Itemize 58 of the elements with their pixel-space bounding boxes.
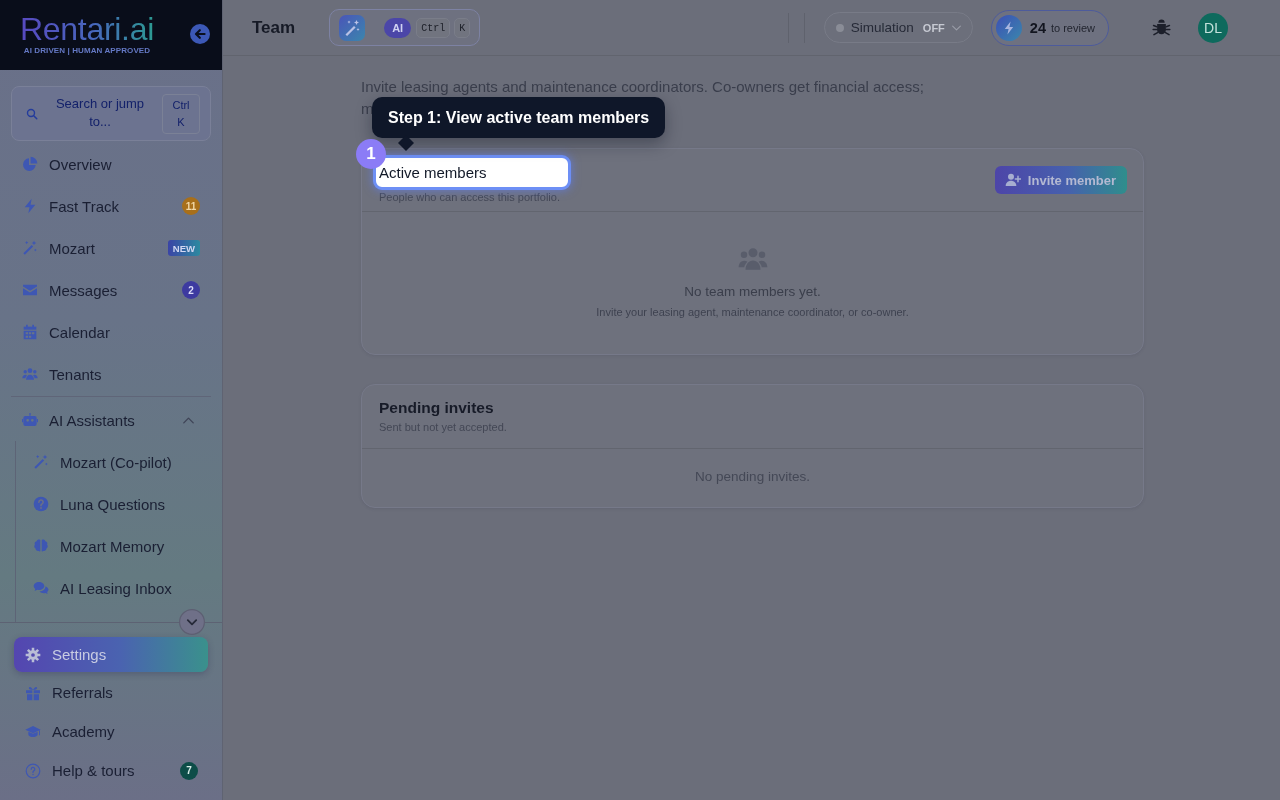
new-badge: NEW (167, 240, 200, 256)
sidebar-item[interactable]: AI Leasing Inbox (16, 567, 211, 609)
magic-wand-icon (22, 240, 38, 256)
lightning-icon (995, 14, 1022, 41)
shortcut-key: K (454, 17, 471, 38)
magic-wand-icon (339, 14, 366, 41)
settings-icon (25, 646, 41, 663)
graduation-cap-icon (25, 723, 41, 740)
ai-command-bar[interactable]: AI Ctrl K (329, 9, 481, 46)
user-plus-icon (1004, 172, 1021, 188)
invite-member-button[interactable]: Invite member (994, 166, 1127, 194)
search-field[interactable]: Search or jump to... Ctrl K (11, 86, 211, 141)
shortcut-key: Ctrl K (162, 93, 200, 134)
ai-badge: AI (384, 17, 412, 38)
sidebar-group-header[interactable]: AI Assistants (11, 399, 211, 441)
chevron-down-icon[interactable] (179, 609, 205, 635)
envelope-icon (22, 282, 38, 298)
arrow-left-icon[interactable] (190, 24, 210, 44)
count-badge: 7 (180, 761, 198, 780)
question-mark-icon (33, 496, 49, 512)
sidebar-item[interactable]: Mozart NEW (11, 227, 211, 269)
sidebar-item[interactable]: Messages 2 (11, 269, 211, 311)
count-badge: 2 (182, 281, 200, 299)
sidebar-item[interactable]: Overview (11, 143, 211, 185)
sidebar-item[interactable]: Tenants (11, 353, 211, 395)
sidebar-item[interactable]: Settings (14, 637, 208, 672)
tour-tooltip: Step 1: View active team members (372, 97, 666, 138)
sidebar-item[interactable]: Help & tours 7 (14, 751, 208, 790)
step-number-badge: 1 (356, 139, 386, 169)
sidebar-item[interactable]: Calendar (11, 311, 211, 353)
sidebar-item[interactable]: Luna Questions (16, 483, 211, 525)
page-title: Team (252, 17, 296, 38)
help-icon (25, 762, 41, 779)
sidebar-item[interactable]: Fast Track 11 (11, 185, 211, 227)
tooltip-pointer-icon (398, 135, 414, 151)
review-button[interactable]: 24 to review (990, 9, 1109, 46)
sidebar-item[interactable]: Referrals (14, 673, 208, 712)
sidebar-item[interactable]: Mozart (Co-pilot) (16, 441, 211, 483)
count-badge: 11 (182, 197, 200, 215)
logo-tagline: AI DRIVEN | HUMAN APPROVED (23, 46, 151, 56)
chevron-down-icon (951, 24, 961, 31)
simulation-toggle[interactable]: Simulation OFF (823, 12, 973, 43)
magic-wand-icon (33, 454, 49, 470)
gift-icon (25, 684, 41, 701)
calendar-icon (22, 324, 38, 340)
sidebar-item[interactable]: Academy (14, 712, 208, 751)
section-title: Pending invites (379, 398, 495, 418)
lightning-icon (22, 198, 38, 214)
pie-chart-icon (22, 156, 38, 172)
chat-bubbles-icon (33, 580, 49, 596)
user-avatar[interactable]: DL (1198, 12, 1228, 43)
brain-icon (33, 538, 49, 554)
robot-icon (22, 412, 38, 428)
search-icon (26, 107, 38, 120)
people-icon (22, 366, 38, 382)
shortcut-key: Ctrl (416, 17, 451, 38)
sidebar-item[interactable]: Mozart Memory (16, 525, 211, 567)
bug-icon[interactable] (1152, 18, 1171, 37)
